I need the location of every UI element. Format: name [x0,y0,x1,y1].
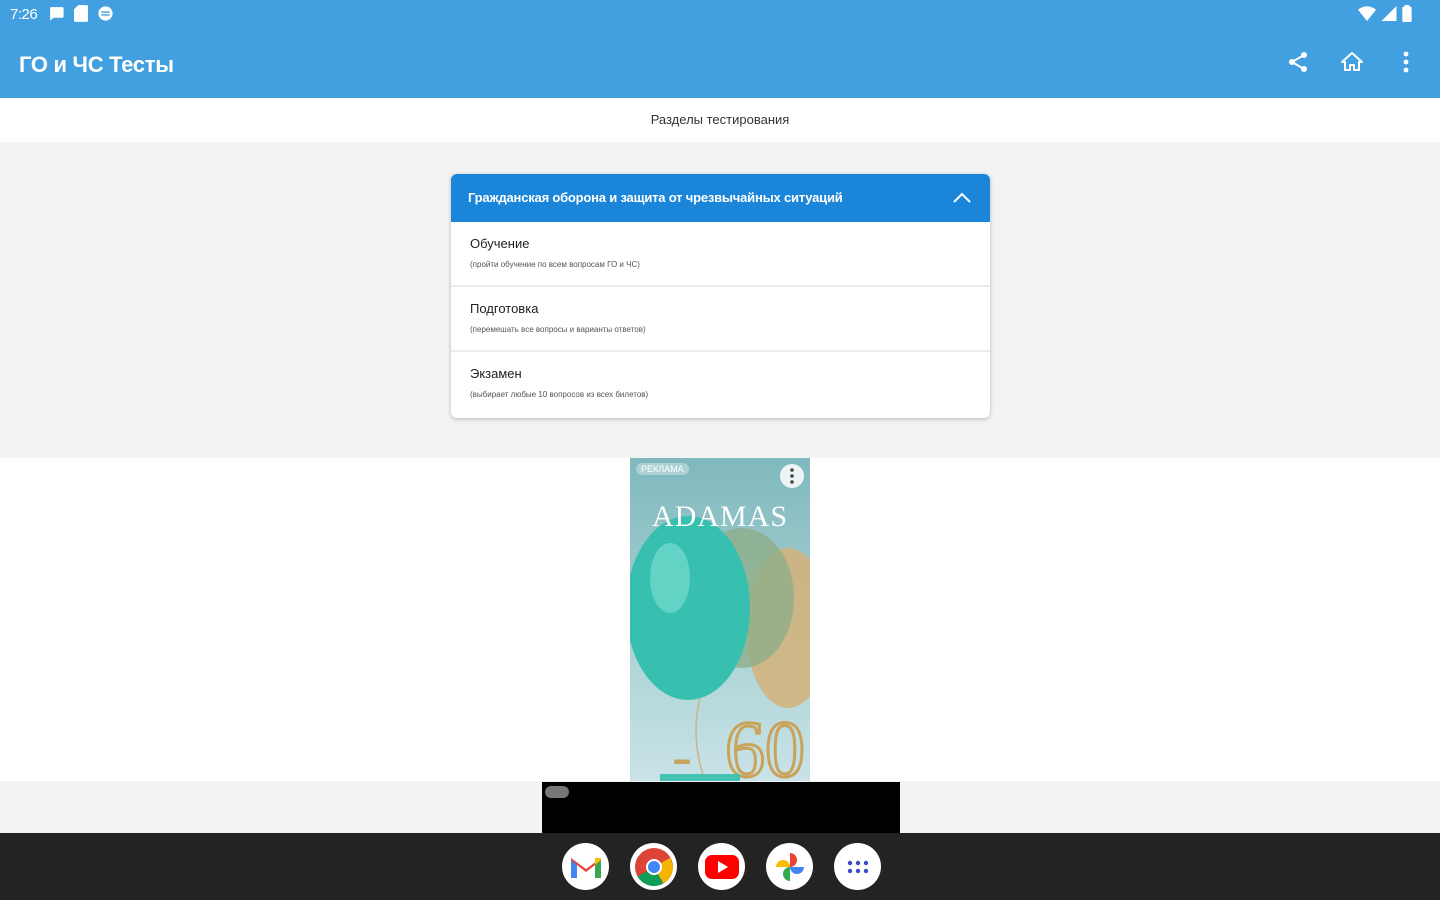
home-button[interactable] [1338,48,1366,76]
dock [562,843,881,890]
app-drawer-icon [847,860,868,873]
status-bar: 7:26 [0,0,1440,30]
svg-text:-: - [672,723,692,781]
youtube-icon [704,854,739,879]
section-header: Разделы тестирования [0,98,1440,142]
ad-options-button[interactable] [780,464,804,488]
ad-label: РЕКЛАМА [636,463,689,475]
overflow-menu-button[interactable] [1392,48,1420,76]
chrome-icon [634,847,673,886]
photos-icon [775,852,804,881]
ad-area: 60 - РЕКЛАМА ADAMAS [0,458,1440,781]
mode-item-exam[interactable]: Экзамен (выбирает любые 10 вопросов из в… [451,352,990,418]
circle-status-icon [98,6,113,21]
battery-icon [1402,5,1412,22]
status-notifications [48,5,114,22]
ad-banner[interactable]: 60 - РЕКЛАМА ADAMAS [630,458,810,781]
status-time: 7:26 [10,6,38,23]
chrome-app[interactable] [630,843,677,890]
chevron-up-icon [953,192,971,203]
taskbar [0,833,1440,900]
home-icon [1341,52,1363,71]
ad-brand: ADAMAS [651,500,789,533]
mode-item-preparation[interactable]: Подготовка (перемешать все вопросы и вар… [451,287,990,352]
app-title: ГО и ЧС Тесты [19,52,174,77]
mode-subtitle: (перемешать все вопросы и варианты ответ… [470,325,646,334]
youtube-app[interactable] [698,843,745,890]
chat-icon [50,7,64,21]
more-vert-icon [790,468,794,484]
category-header[interactable]: Гражданская оборона и защита от чрезвыча… [451,174,990,222]
app-bar: 7:26 ГО и ЧС Тесты [0,0,1440,98]
mode-title: Экзамен [470,366,522,381]
share-button[interactable] [1284,48,1312,76]
bottom-ad-banner[interactable] [542,782,900,833]
status-system [1358,5,1412,22]
category-title: Гражданская оборона и защита от чрезвыча… [468,190,843,205]
mode-title: Подготовка [470,301,539,316]
gmail-icon [570,857,601,878]
more-vert-icon [1403,51,1409,73]
ad-badge-icon [545,786,569,798]
photos-app[interactable] [766,843,813,890]
toolbar-actions [1284,48,1420,76]
share-icon [1289,52,1307,72]
category-card: Гражданская оборона и защита от чрезвыча… [451,174,990,418]
mode-subtitle: (пройти обучение по всем вопросам ГО и Ч… [470,260,640,269]
app-drawer[interactable] [834,843,881,890]
wifi-icon [1358,6,1376,21]
sd-card-icon [74,5,88,22]
gmail-app[interactable] [562,843,609,890]
svg-text:60: 60 [725,706,805,781]
mode-title: Обучение [470,236,530,251]
mode-subtitle: (выбирает любые 10 вопросов из всех биле… [470,390,649,399]
signal-icon [1381,6,1397,21]
mode-item-training[interactable]: Обучение (пройти обучение по всем вопрос… [451,222,990,287]
